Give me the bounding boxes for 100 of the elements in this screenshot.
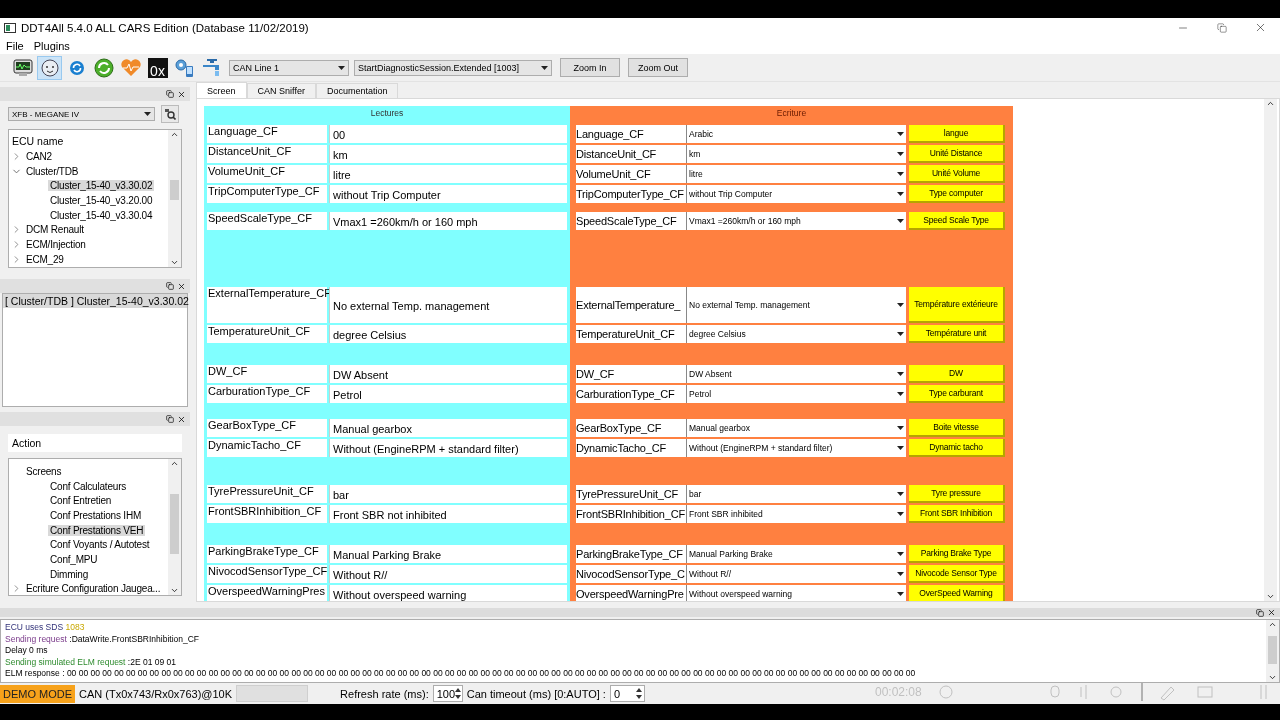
scroll-up-icon[interactable] bbox=[170, 459, 179, 468]
tree-item[interactable]: Conf Calculateurs bbox=[48, 480, 129, 492]
gears-phone-icon[interactable] bbox=[173, 57, 196, 78]
value-dropdown[interactable]: No external Temp. management bbox=[686, 287, 906, 323]
float-icon[interactable] bbox=[166, 415, 174, 423]
value-dropdown[interactable]: bar bbox=[686, 485, 906, 503]
tree-item[interactable]: DCM Renault bbox=[24, 224, 86, 236]
tree-item[interactable]: Screens bbox=[24, 465, 64, 477]
write-button[interactable]: Température unit bbox=[909, 325, 1005, 343]
value-dropdown[interactable]: degree Celsius bbox=[686, 325, 906, 343]
refresh-spinbox[interactable]: 100 bbox=[432, 685, 463, 702]
scroll-up-icon[interactable] bbox=[1268, 620, 1277, 629]
sync-icon[interactable] bbox=[93, 57, 114, 78]
tab[interactable]: Documentation bbox=[315, 83, 399, 98]
dropdown-arrow-icon[interactable] bbox=[897, 446, 904, 450]
value-dropdown[interactable]: without Trip Computer bbox=[686, 185, 906, 203]
zoom-button[interactable]: Zoom Out bbox=[628, 58, 688, 77]
dropdown-arrow-icon[interactable] bbox=[897, 392, 904, 396]
spin-down-icon[interactable] bbox=[455, 695, 462, 699]
tree-item[interactable]: CAN2 bbox=[24, 150, 54, 162]
write-button[interactable]: Nivocode Sensor Type bbox=[909, 565, 1005, 583]
timeout-spinbox[interactable]: 0 bbox=[609, 685, 645, 702]
tree-item[interactable]: ECM/Injection bbox=[24, 238, 88, 250]
float-icon[interactable] bbox=[166, 90, 174, 98]
write-button[interactable]: Unité Volume bbox=[909, 165, 1005, 183]
value-dropdown[interactable]: litre bbox=[686, 165, 906, 183]
write-button[interactable]: langue bbox=[909, 125, 1005, 143]
write-button[interactable]: OverSpeed Warning bbox=[909, 585, 1005, 601]
refresh-icon[interactable] bbox=[68, 59, 85, 76]
value-dropdown[interactable]: Without (EngineRPM + standard filter) bbox=[686, 439, 906, 457]
hex-tool-button[interactable]: 0x bbox=[147, 57, 168, 78]
write-button[interactable]: Boite vitesse bbox=[909, 419, 1005, 437]
search-button[interactable] bbox=[161, 105, 179, 123]
dropdown-arrow-icon[interactable] bbox=[541, 65, 548, 70]
dropdown-arrow-icon[interactable] bbox=[897, 552, 904, 556]
float-icon[interactable] bbox=[166, 282, 174, 290]
can-line-dropdown[interactable]: CAN Line 1 bbox=[229, 59, 349, 76]
dropdown-arrow-icon[interactable] bbox=[897, 372, 904, 376]
write-button[interactable]: Front SBR Inhibition bbox=[909, 505, 1005, 523]
menu-item[interactable]: Plugins bbox=[28, 39, 75, 52]
scroll-thumb[interactable] bbox=[170, 494, 179, 554]
dropdown-arrow-icon[interactable] bbox=[897, 332, 904, 336]
spin-up-icon[interactable] bbox=[635, 688, 642, 692]
value-dropdown[interactable]: Arabic bbox=[686, 125, 906, 143]
close-icon[interactable] bbox=[177, 281, 186, 291]
dropdown-arrow-icon[interactable] bbox=[897, 152, 904, 156]
scroll-down-icon[interactable] bbox=[170, 258, 179, 267]
close-icon[interactable] bbox=[1267, 608, 1276, 617]
value-dropdown[interactable]: Without R// bbox=[686, 565, 906, 583]
value-dropdown[interactable]: DW Absent bbox=[686, 365, 906, 383]
scroll-up-icon[interactable] bbox=[1266, 99, 1275, 108]
dropdown-arrow-icon[interactable] bbox=[897, 572, 904, 576]
zoom-button[interactable]: Zoom In bbox=[560, 58, 620, 77]
value-dropdown[interactable]: km bbox=[686, 145, 906, 163]
write-button[interactable]: Unité Distance bbox=[909, 145, 1005, 163]
dropdown-arrow-icon[interactable] bbox=[897, 192, 904, 196]
tree-item[interactable]: Conf_MPU bbox=[48, 553, 100, 565]
close-icon[interactable] bbox=[177, 414, 186, 424]
write-button[interactable]: Parking Brake Type bbox=[909, 545, 1005, 563]
dropdown-arrow-icon[interactable] bbox=[897, 132, 904, 136]
dropdown-arrow-icon[interactable] bbox=[897, 426, 904, 430]
dropdown-arrow-icon[interactable] bbox=[897, 512, 904, 516]
tree-item[interactable]: Cluster_15-40_v3.30.02 bbox=[48, 180, 155, 192]
monitor-icon[interactable] bbox=[12, 58, 33, 77]
write-button[interactable]: Type carburant bbox=[909, 385, 1005, 403]
dropdown-arrow-icon[interactable] bbox=[144, 112, 151, 116]
tree-item[interactable]: Conf Entretien bbox=[48, 495, 114, 507]
dropdown-arrow-icon[interactable] bbox=[897, 303, 904, 307]
tree-item[interactable]: Cluster_15-40_v3.30.04 bbox=[48, 209, 155, 221]
tab[interactable]: Screen bbox=[196, 82, 247, 98]
tree-item[interactable]: Conf Voyants / Autotest bbox=[48, 539, 152, 551]
tree-item[interactable]: Dimming bbox=[48, 568, 91, 580]
scroll-down-icon[interactable] bbox=[170, 586, 179, 595]
write-button[interactable]: Dynamic tacho bbox=[909, 439, 1005, 457]
close-icon[interactable] bbox=[1254, 21, 1267, 34]
dropdown-arrow-icon[interactable] bbox=[897, 592, 904, 596]
dropdown-arrow-icon[interactable] bbox=[897, 172, 904, 176]
tree-item[interactable]: ECM_29 bbox=[24, 253, 66, 265]
write-button[interactable]: Speed Scale Type bbox=[909, 212, 1005, 230]
scroll-down-icon[interactable] bbox=[1266, 592, 1275, 601]
float-icon[interactable] bbox=[1256, 608, 1264, 617]
tree-item[interactable]: Cluster_15-40_v3.20.00 bbox=[48, 194, 155, 206]
write-button[interactable]: Température extérieure bbox=[909, 287, 1005, 323]
write-button[interactable]: Type computer bbox=[909, 185, 1005, 203]
scroll-thumb[interactable] bbox=[1268, 636, 1277, 664]
tree-item[interactable]: Conf Prestations VEH bbox=[48, 524, 146, 536]
close-icon[interactable] bbox=[177, 89, 186, 99]
scroll-up-icon[interactable] bbox=[170, 130, 179, 139]
dropdown-arrow-icon[interactable] bbox=[338, 65, 345, 70]
dropdown-arrow-icon[interactable] bbox=[897, 492, 904, 496]
value-dropdown[interactable]: Petrol bbox=[686, 385, 906, 403]
value-dropdown[interactable]: Without overspeed warning bbox=[686, 585, 906, 601]
value-dropdown[interactable]: Vmax1 =260km/h or 160 mph bbox=[686, 212, 906, 230]
tree-item[interactable]: Conf Prestations IHM bbox=[48, 509, 144, 521]
value-dropdown[interactable]: Manual gearbox bbox=[686, 419, 906, 437]
dropdown-arrow-icon[interactable] bbox=[897, 219, 904, 223]
write-button[interactable]: DW bbox=[909, 365, 1005, 383]
ecu-list-item[interactable]: [ Cluster/TDB ] Cluster_15-40_v3.30.02 bbox=[3, 294, 187, 308]
spin-up-icon[interactable] bbox=[455, 688, 462, 692]
tree-item[interactable]: Ecriture Configuration Jaugea... bbox=[24, 583, 163, 595]
